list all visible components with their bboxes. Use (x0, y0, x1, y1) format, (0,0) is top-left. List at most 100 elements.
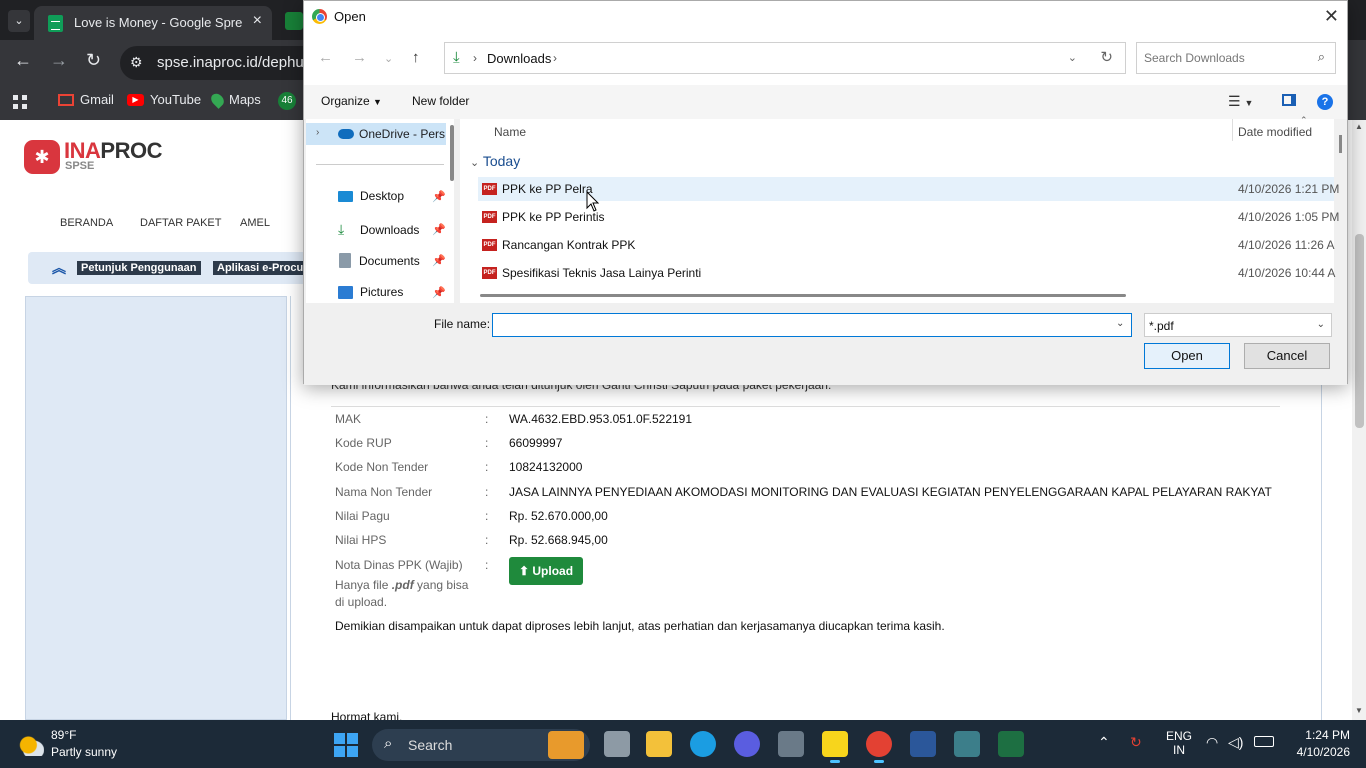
windows-start-icon[interactable] (334, 733, 358, 757)
field-value-nama-non-tender: JASA LAINNYA PENYEDIAAN AKOMODASI MONITO… (509, 485, 1272, 499)
bookmark-46[interactable]: 46 (278, 92, 296, 110)
forward-icon[interactable]: → (50, 50, 68, 71)
file-row[interactable]: PDF Rancangan Kontrak PPK 4/10/2026 11:2… (478, 233, 1335, 257)
tab-title: Love is Money - Google Spread (74, 15, 242, 30)
closing-text: Demikian disampaikan untuk dapat diprose… (335, 619, 945, 633)
nav-pane-scrollbar[interactable] (450, 125, 454, 181)
pin-icon[interactable]: 📌 (432, 286, 446, 299)
file-type-select[interactable]: *.pdf ⌄ (1144, 313, 1332, 337)
field-label-kode-non-tender: Kode Non Tender (335, 460, 429, 474)
nav-daftar-paket[interactable]: DAFTAR PAKET (140, 217, 222, 229)
preview-pane-icon[interactable] (1282, 94, 1296, 106)
reload-icon[interactable]: ↻ (86, 50, 101, 71)
wifi-icon[interactable]: ◠ (1206, 734, 1218, 751)
file-list-vscroll[interactable] (1339, 135, 1342, 153)
language-indicator[interactable]: ENG IN (1164, 729, 1194, 757)
dialog-address-bar[interactable]: ⤓ › Downloads › ⌄ ↻ (444, 42, 1126, 74)
sheets-icon (48, 15, 63, 32)
new-folder-button[interactable]: New folder (412, 94, 469, 108)
view-options-icon[interactable]: ☰ ▼ (1228, 93, 1253, 110)
link-aplikasi-eprocurement[interactable]: Aplikasi e-Procure (213, 261, 318, 275)
help-icon[interactable]: ? (1317, 94, 1333, 110)
file-explorer-icon[interactable] (646, 731, 672, 757)
open-button[interactable]: Open (1144, 343, 1230, 369)
file-row[interactable]: PDF Spesifikasi Teknis Jasa Lainya Perin… (478, 261, 1335, 285)
field-label-nilai-pagu: Nilai Pagu (335, 509, 390, 523)
apps-icon[interactable] (12, 94, 28, 110)
link-petunjuk-penggunaan[interactable]: Petunjuk Penggunaan (77, 261, 201, 275)
column-header-date-modified[interactable]: Date modified (1238, 125, 1312, 139)
breadcrumb-downloads[interactable]: Downloads (487, 51, 551, 66)
page-scroll-thumb[interactable] (1355, 234, 1364, 428)
pin-icon[interactable]: 📌 (432, 223, 446, 236)
pin-icon[interactable]: 📌 (432, 190, 446, 203)
task-view-icon[interactable] (604, 731, 630, 757)
column-header-name[interactable]: Name (494, 125, 526, 139)
pin-icon[interactable]: 📌 (432, 254, 446, 267)
browser-tab-active[interactable]: Love is Money - Google Spread × (34, 6, 272, 40)
column-separator[interactable] (1232, 119, 1233, 141)
chevron-down-icon[interactable]: ⌄ (1068, 51, 1077, 64)
chevron-up-icon[interactable]: ⌃ (1098, 734, 1110, 751)
organize-button[interactable]: Organize ▼ (321, 94, 382, 108)
upload-button[interactable]: ⬆ Upload (509, 557, 583, 585)
bookmark-gmail[interactable]: Gmail (58, 92, 114, 107)
chrome-icon[interactable] (866, 731, 892, 763)
taskbar-search[interactable]: ⌕ Search (372, 729, 590, 761)
taskbar-clock[interactable]: 1:24 PM 4/10/2026 (1288, 728, 1350, 759)
word-icon[interactable] (910, 731, 936, 757)
scroll-up-icon[interactable]: ▲ (1355, 122, 1363, 131)
scroll-down-icon[interactable]: ▼ (1355, 706, 1363, 715)
field-colon: : (485, 412, 489, 426)
copilot-icon[interactable] (734, 731, 760, 757)
tab-search-button[interactable]: ⌄ (8, 10, 30, 32)
close-icon[interactable]: ✕ (1324, 6, 1339, 27)
divider (331, 406, 1280, 407)
up-folder-icon[interactable]: ↑ (412, 49, 420, 66)
refresh-icon[interactable]: ↻ (1100, 48, 1113, 66)
gmail-icon (58, 93, 74, 106)
nav-beranda[interactable]: BERANDA (60, 217, 113, 229)
battery-icon[interactable] (1254, 736, 1274, 747)
nav-item-desktop[interactable]: Desktop 📌 (338, 189, 446, 203)
nav-amel[interactable]: AMEL (240, 217, 270, 229)
sticky-notes-icon[interactable] (822, 731, 848, 763)
bookmark-maps[interactable]: Maps (208, 90, 261, 109)
chevron-right-icon[interactable]: › (553, 51, 557, 65)
dialog-title-bar: Open ✕ (304, 1, 1347, 33)
back-icon[interactable]: ← (318, 49, 333, 66)
chevron-up-icon[interactable]: ︽ (52, 258, 66, 278)
left-panel (25, 296, 287, 720)
chevron-right-icon[interactable]: › (316, 127, 319, 138)
nav-item-pictures[interactable]: Pictures 📌 (338, 285, 446, 299)
forward-icon[interactable]: → (352, 49, 367, 66)
tab-close-icon[interactable]: × (253, 12, 262, 30)
nav-item-onedrive[interactable]: › OneDrive - Pers (306, 123, 446, 145)
cancel-button[interactable]: Cancel (1244, 343, 1330, 369)
file-row[interactable]: PDF PPK ke PP Pelra 4/10/2026 1:21 PM (478, 177, 1339, 201)
chrome-icon (312, 9, 327, 24)
excel-icon[interactable] (998, 731, 1024, 757)
dialog-search-input[interactable]: Search Downloads ⌕ (1136, 42, 1336, 74)
sync-icon[interactable]: ↻ (1130, 734, 1142, 751)
file-list-hscroll[interactable] (480, 294, 1126, 297)
camera-icon[interactable] (778, 731, 804, 757)
browser-tab-2[interactable] (285, 12, 303, 30)
file-name-label: File name: (434, 317, 491, 331)
file-name-input[interactable] (492, 313, 1132, 337)
chevron-right-icon[interactable]: › (473, 51, 477, 65)
edge-icon[interactable] (690, 731, 716, 757)
calculator-icon[interactable] (954, 731, 980, 757)
recent-locations-icon[interactable]: ⌄ (384, 52, 393, 65)
nav-item-documents[interactable]: Documents 📌 (338, 253, 446, 268)
group-header-today[interactable]: ⌄ Today (470, 153, 520, 169)
mouse-cursor-icon (586, 191, 600, 212)
volume-icon[interactable]: ◁) (1228, 734, 1243, 751)
back-icon[interactable]: ← (14, 50, 32, 71)
site-settings-icon[interactable]: ⚙ (130, 54, 143, 71)
chevron-down-icon[interactable]: ⌄ (1116, 318, 1124, 329)
address-bar[interactable]: ⚙ spse.inaproc.id/dephub (120, 46, 312, 80)
nav-item-downloads[interactable]: ⤓ Downloads 📌 (338, 221, 446, 238)
file-row[interactable]: PDF PPK ke PP Perintis 4/10/2026 1:05 PM (478, 205, 1339, 229)
bookmark-youtube[interactable]: ▶ YouTube (127, 92, 201, 107)
